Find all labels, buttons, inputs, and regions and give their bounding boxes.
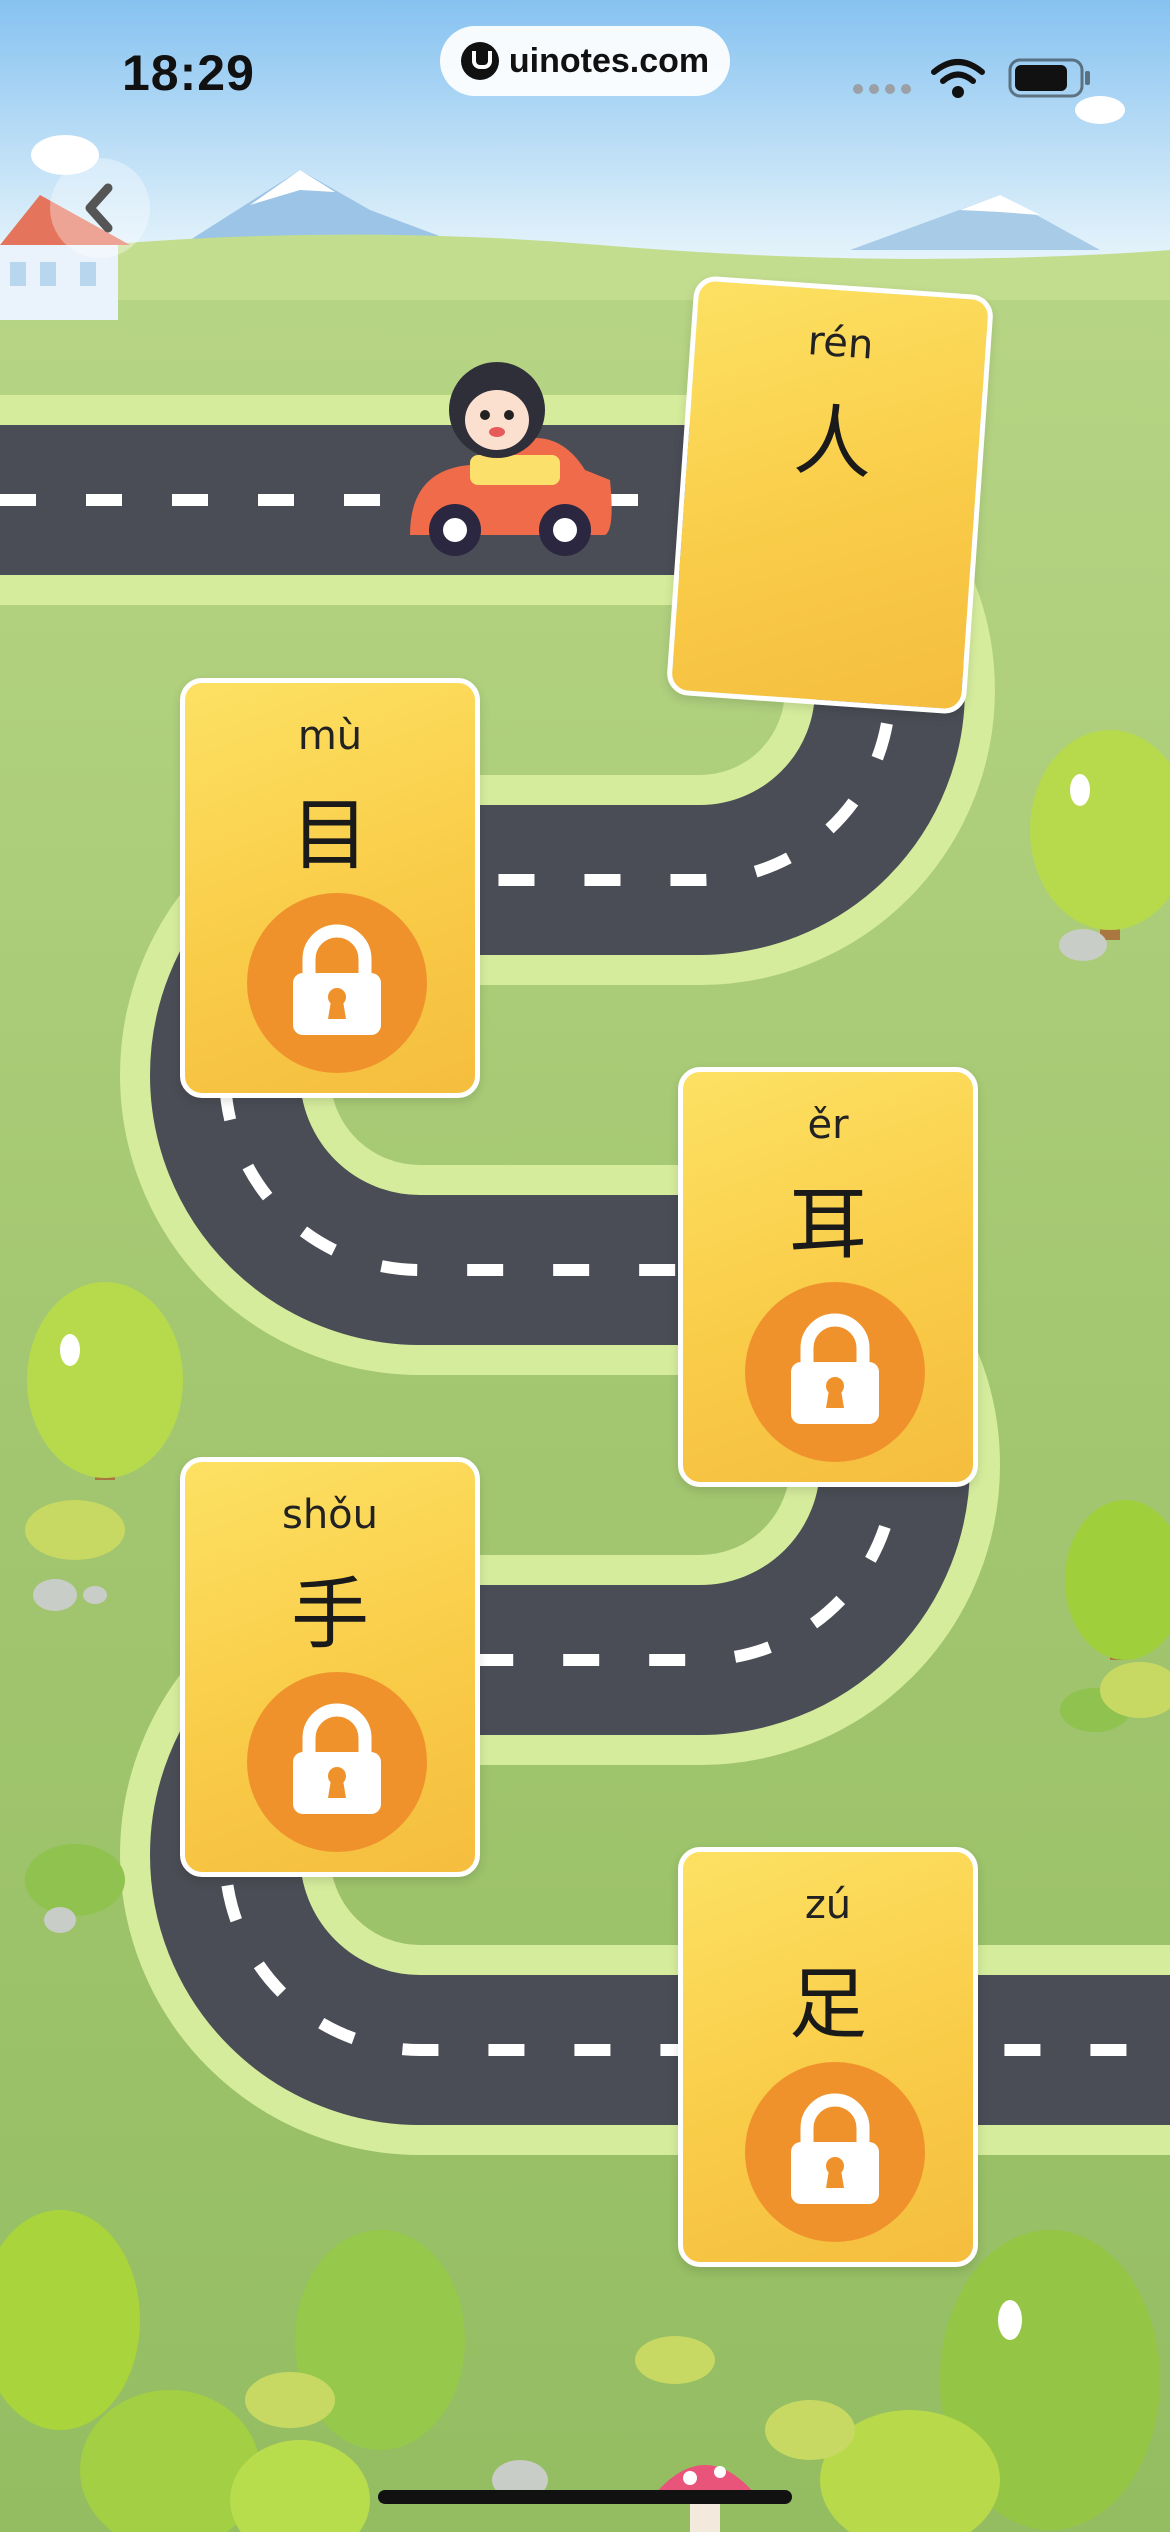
lock-icon xyxy=(293,924,381,1035)
chevron-left-icon xyxy=(85,183,113,233)
uinotes-logo-icon xyxy=(460,42,499,80)
card-pinyin: ěr xyxy=(807,1102,849,1148)
lock-icon xyxy=(293,1703,381,1814)
card-hanzi: 目 xyxy=(290,791,369,881)
status-time: 18:29 xyxy=(122,45,255,101)
lock-icon xyxy=(791,2093,879,2204)
lock-badge xyxy=(247,893,427,1073)
back-button[interactable] xyxy=(50,158,150,258)
lock-badge xyxy=(745,1282,925,1462)
character-card-zu[interactable]: zú 足 xyxy=(678,1847,978,2267)
character-card-shou[interactable]: shǒu 手 xyxy=(180,1457,480,1877)
lock-badge xyxy=(745,2062,925,2242)
card-hanzi: 耳 xyxy=(788,1180,867,1270)
character-card-ren[interactable]: rén 人 xyxy=(665,275,995,715)
card-hanzi: 人 xyxy=(791,395,876,491)
game-background xyxy=(0,0,1170,2532)
battery-icon xyxy=(1008,58,1090,98)
home-indicator[interactable] xyxy=(378,2490,792,2504)
card-hanzi: 足 xyxy=(788,1960,867,2050)
url-text: uinotes.com xyxy=(508,41,710,80)
character-card-mu[interactable]: mù 目 xyxy=(180,678,480,1098)
wifi-icon xyxy=(931,59,985,98)
card-pinyin: rén xyxy=(806,318,875,369)
url-bar[interactable]: uinotes.com xyxy=(440,26,730,96)
card-pinyin: zú xyxy=(804,1882,852,1928)
lock-icon xyxy=(791,1313,879,1424)
card-hanzi: 手 xyxy=(290,1570,369,1660)
character-card-er[interactable]: ěr 耳 xyxy=(678,1067,978,1487)
card-pinyin: mù xyxy=(297,713,363,759)
signal-icon xyxy=(853,84,911,94)
card-pinyin: shǒu xyxy=(281,1492,378,1538)
lock-badge xyxy=(247,1672,427,1852)
